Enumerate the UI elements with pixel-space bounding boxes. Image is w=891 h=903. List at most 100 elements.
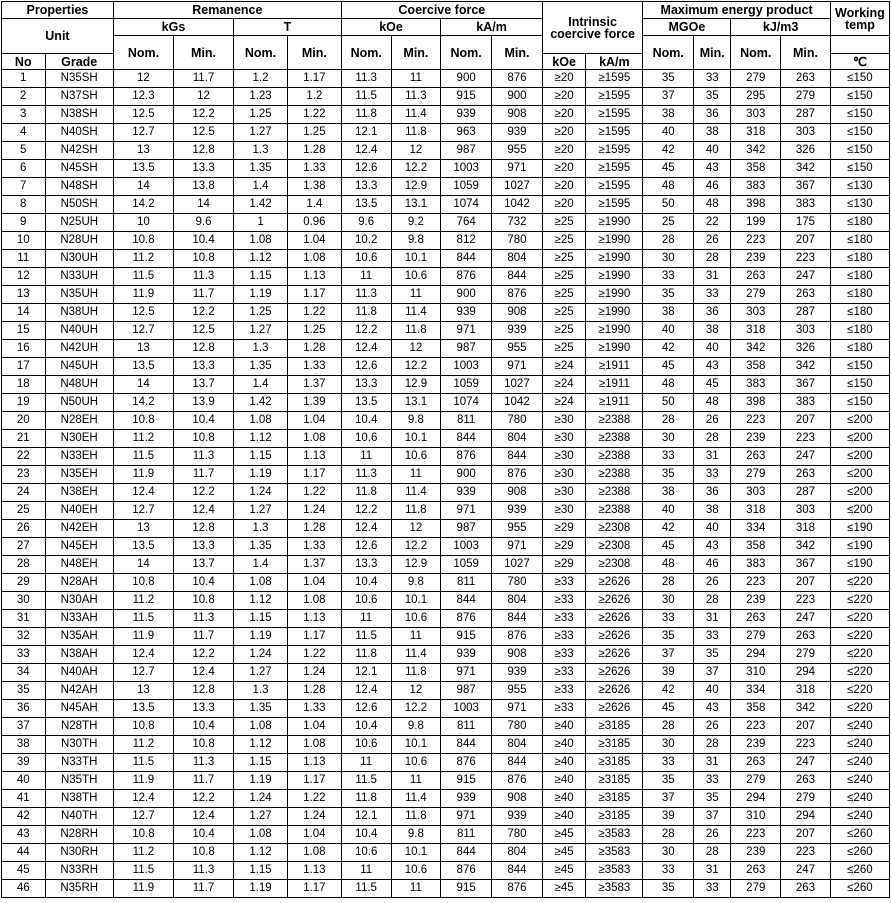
cell-coercive-ka-m-nom: 1003 bbox=[440, 159, 493, 178]
cell-coercive-ka-m-nom: 764 bbox=[440, 213, 493, 232]
cell-remanence-t-nom: 1.15 bbox=[233, 753, 288, 772]
cell-energy-mgoe-nom: 37 bbox=[642, 645, 695, 664]
cell-remanence-kgs-min: 11.7 bbox=[172, 285, 235, 304]
cell-no: 40 bbox=[1, 771, 46, 790]
cell-energy-kj-m3-nom: 303 bbox=[730, 105, 782, 124]
cell-coercive-koe-min: 11.4 bbox=[390, 645, 442, 664]
cell-no: 21 bbox=[1, 429, 46, 448]
header-no: No bbox=[1, 53, 46, 70]
cell-working-temp: ≤180 bbox=[829, 249, 891, 268]
cell-coercive-ka-m-min: 908 bbox=[491, 483, 543, 502]
cell-energy-mgoe-nom: 28 bbox=[642, 825, 695, 844]
header-unit-koe: kOe bbox=[340, 18, 442, 36]
header-coercive-ka-m-min: Min. bbox=[491, 35, 543, 70]
cell-remanence-t-min: 1.13 bbox=[286, 861, 342, 880]
cell-remanence-t-nom: 1.19 bbox=[233, 465, 288, 484]
cell-intrinsic-koe: ≥40 bbox=[541, 753, 587, 772]
cell-coercive-ka-m-min: 844 bbox=[491, 861, 543, 880]
cell-energy-kj-m3-nom: 358 bbox=[730, 699, 782, 718]
cell-energy-kj-m3-nom: 199 bbox=[730, 213, 782, 232]
cell-intrinsic-koe: ≥40 bbox=[541, 807, 587, 826]
cell-coercive-ka-m-min: 1027 bbox=[491, 177, 543, 196]
cell-intrinsic-ka-m: ≥2308 bbox=[585, 555, 644, 574]
cell-coercive-koe-min: 11.8 bbox=[390, 123, 442, 142]
cell-energy-kj-m3-nom: 310 bbox=[730, 663, 782, 682]
cell-coercive-koe-nom: 11.8 bbox=[340, 105, 392, 124]
cell-working-temp: ≤260 bbox=[829, 861, 891, 880]
cell-remanence-kgs-nom: 12.5 bbox=[112, 105, 174, 124]
cell-energy-kj-m3-min: 223 bbox=[780, 429, 831, 448]
cell-grade: N45SH bbox=[44, 159, 114, 178]
cell-coercive-koe-nom: 12.4 bbox=[340, 681, 392, 700]
cell-coercive-ka-m-nom: 900 bbox=[440, 69, 493, 88]
cell-coercive-koe-nom: 11.5 bbox=[340, 627, 392, 646]
cell-no: 18 bbox=[1, 375, 46, 394]
cell-intrinsic-ka-m: ≥2308 bbox=[585, 537, 644, 556]
cell-remanence-kgs-nom: 11.9 bbox=[112, 627, 174, 646]
cell-energy-kj-m3-nom: 358 bbox=[730, 357, 782, 376]
cell-intrinsic-ka-m: ≥1990 bbox=[585, 213, 644, 232]
cell-energy-kj-m3-min: 263 bbox=[780, 771, 831, 790]
cell-grade: N28EH bbox=[44, 411, 114, 430]
cell-coercive-ka-m-nom: 1059 bbox=[440, 375, 493, 394]
cell-coercive-koe-min: 10.1 bbox=[390, 735, 442, 754]
cell-coercive-koe-min: 10.6 bbox=[390, 753, 442, 772]
cell-remanence-t-min: 1.37 bbox=[286, 555, 342, 574]
cell-energy-mgoe-min: 46 bbox=[693, 555, 732, 574]
cell-working-temp: ≤180 bbox=[829, 285, 891, 304]
cell-energy-kj-m3-min: 247 bbox=[780, 447, 831, 466]
cell-no: 31 bbox=[1, 609, 46, 628]
header-unit: Unit bbox=[1, 18, 114, 54]
cell-energy-kj-m3-nom: 279 bbox=[730, 879, 782, 898]
cell-coercive-ka-m-min: 844 bbox=[491, 267, 543, 286]
cell-remanence-t-nom: 1.19 bbox=[233, 879, 288, 898]
cell-intrinsic-koe: ≥29 bbox=[541, 555, 587, 574]
cell-coercive-koe-min: 11.4 bbox=[390, 789, 442, 808]
cell-remanence-t-min: 1.04 bbox=[286, 231, 342, 250]
cell-no: 43 bbox=[1, 825, 46, 844]
cell-coercive-ka-m-min: 908 bbox=[491, 645, 543, 664]
cell-energy-mgoe-min: 33 bbox=[693, 465, 732, 484]
cell-remanence-t-min: 1.17 bbox=[286, 285, 342, 304]
cell-coercive-ka-m-min: 971 bbox=[491, 159, 543, 178]
cell-coercive-ka-m-min: 804 bbox=[491, 249, 543, 268]
cell-energy-kj-m3-min: 326 bbox=[780, 141, 831, 160]
cell-remanence-kgs-min: 13.3 bbox=[172, 699, 235, 718]
cell-coercive-ka-m-nom: 987 bbox=[440, 339, 493, 358]
cell-intrinsic-koe: ≥20 bbox=[541, 195, 587, 214]
cell-coercive-ka-m-nom: 915 bbox=[440, 627, 493, 646]
cell-grade: N30UH bbox=[44, 249, 114, 268]
table-row: 41 N38TH 12.4 12.2 1.24 1.22 11.8 11.4 939 908 ≥40… bbox=[1, 789, 891, 808]
cell-coercive-koe-nom: 10.4 bbox=[340, 573, 392, 592]
cell-coercive-koe-nom: 12.6 bbox=[340, 699, 392, 718]
cell-coercive-ka-m-min: 876 bbox=[491, 879, 543, 898]
cell-remanence-kgs-min: 12.5 bbox=[172, 321, 235, 340]
cell-remanence-t-min: 1.4 bbox=[286, 195, 342, 214]
cell-energy-kj-m3-nom: 263 bbox=[730, 447, 782, 466]
cell-remanence-kgs-nom: 11.9 bbox=[112, 879, 174, 898]
cell-energy-mgoe-nom: 30 bbox=[642, 429, 695, 448]
cell-energy-mgoe-min: 28 bbox=[693, 591, 732, 610]
cell-remanence-kgs-nom: 12.4 bbox=[112, 789, 174, 808]
table-row: 2 N37SH 12.3 12 1.23 1.2 11.5 11.3 915 900 ≥20 ≥159… bbox=[1, 87, 891, 106]
cell-working-temp: ≤260 bbox=[829, 879, 891, 898]
cell-grade: N42EH bbox=[44, 519, 114, 538]
cell-energy-mgoe-min: 37 bbox=[693, 663, 732, 682]
cell-energy-kj-m3-min: 318 bbox=[780, 681, 831, 700]
cell-grade: N33UH bbox=[44, 267, 114, 286]
cell-intrinsic-ka-m: ≥2308 bbox=[585, 519, 644, 538]
cell-remanence-t-nom: 1.27 bbox=[233, 501, 288, 520]
cell-no: 5 bbox=[1, 141, 46, 160]
cell-remanence-kgs-nom: 11.2 bbox=[112, 429, 174, 448]
cell-remanence-t-nom: 1.3 bbox=[233, 141, 288, 160]
cell-energy-kj-m3-nom: 239 bbox=[730, 249, 782, 268]
cell-intrinsic-koe: ≥40 bbox=[541, 717, 587, 736]
cell-energy-kj-m3-min: 326 bbox=[780, 339, 831, 358]
cell-coercive-koe-nom: 12.2 bbox=[340, 501, 392, 520]
table-row: 28 N48EH 14 13.7 1.4 1.37 13.3 12.9 1059 1027 ≥29 ≥… bbox=[1, 555, 891, 574]
cell-remanence-kgs-min: 11.7 bbox=[172, 465, 235, 484]
cell-coercive-ka-m-min: 971 bbox=[491, 699, 543, 718]
cell-remanence-kgs-nom: 12.7 bbox=[112, 123, 174, 142]
table-row: 9 N25UH 10 9.6 1 0.96 9.6 9.2 764 732 ≥25 ≥1990 25 22… bbox=[1, 213, 891, 232]
header-grade: Grade bbox=[44, 53, 114, 70]
